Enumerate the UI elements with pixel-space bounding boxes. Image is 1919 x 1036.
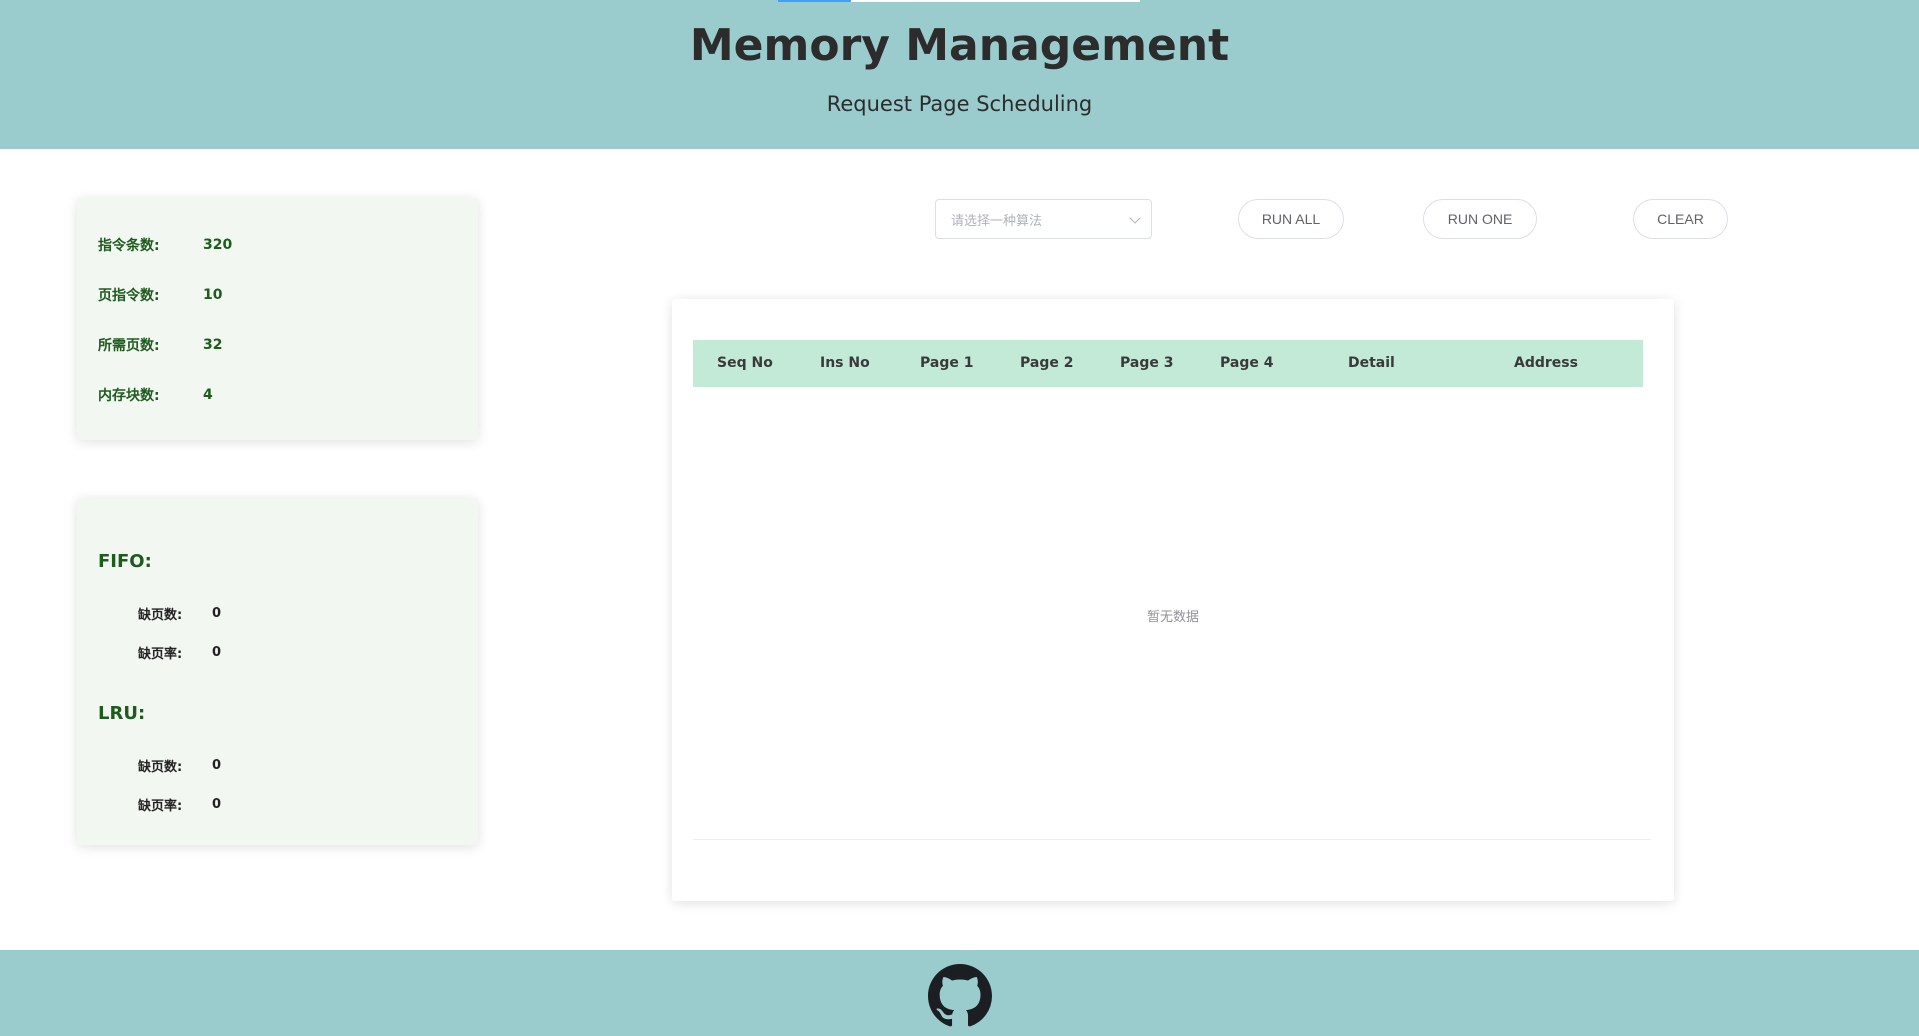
stat-label: 缺页数: xyxy=(138,608,183,623)
clear-button[interactable]: CLEAR xyxy=(1633,199,1728,239)
stat-value: 0 xyxy=(212,797,222,812)
info-row-page-instructions: 页指令数: 10 xyxy=(98,284,222,306)
stat-value: 0 xyxy=(212,606,222,621)
table-bottom-border xyxy=(693,839,1651,840)
lru-title: LRU: xyxy=(98,703,146,724)
lru-rate-row: 缺页率: 0 xyxy=(138,795,221,814)
info-value: 4 xyxy=(203,387,213,403)
algorithm-stats-card: FIFO: 缺页数: 0 缺页率: 0 LRU: 缺页数: 0 缺页率: 0 xyxy=(77,498,478,845)
lru-faults-row: 缺页数: 0 xyxy=(138,756,221,775)
info-row-instructions: 指令条数: 320 xyxy=(98,234,232,256)
fifo-rate-row: 缺页率: 0 xyxy=(138,643,221,662)
fifo-title: FIFO: xyxy=(98,551,152,572)
column-header: Ins No xyxy=(820,355,870,371)
top-progress-bar xyxy=(778,0,1140,2)
column-header: Seq No xyxy=(717,355,773,371)
empty-table-text: 暂无数据 xyxy=(1146,610,1199,625)
table-header: Seq No Ins No Page 1 Page 2 Page 3 Page … xyxy=(693,340,1643,387)
info-label: 内存块数: xyxy=(98,388,160,404)
column-header: Address xyxy=(1514,355,1578,371)
info-label: 页指令数: xyxy=(98,288,160,304)
select-placeholder: 请选择一种算法 xyxy=(951,213,1043,229)
info-value: 320 xyxy=(203,237,233,253)
info-row-memory-blocks: 内存块数: 4 xyxy=(98,384,213,406)
column-header: Page 2 xyxy=(1020,355,1074,371)
run-all-button[interactable]: RUN ALL xyxy=(1238,199,1344,239)
page-header: Memory Management Request Page Schedulin… xyxy=(0,0,1919,149)
info-value: 32 xyxy=(203,337,223,353)
stat-value: 0 xyxy=(212,758,222,773)
column-header: Detail xyxy=(1348,355,1395,371)
fifo-faults-row: 缺页数: 0 xyxy=(138,604,221,623)
info-label: 指令条数: xyxy=(98,238,160,254)
algorithm-select[interactable]: 请选择一种算法 xyxy=(935,199,1152,239)
info-label: 所需页数: xyxy=(98,338,160,354)
page-subtitle: Request Page Scheduling xyxy=(826,92,1093,116)
info-row-pages-needed: 所需页数: 32 xyxy=(98,334,222,356)
info-value: 10 xyxy=(203,287,223,303)
chevron-down-icon xyxy=(1129,212,1141,224)
column-header: Page 4 xyxy=(1220,355,1274,371)
config-info-card: 指令条数: 320 页指令数: 10 所需页数: 32 内存块数: 4 xyxy=(77,198,478,440)
run-one-button[interactable]: RUN ONE xyxy=(1423,199,1537,239)
page-title: Memory Management xyxy=(689,20,1230,71)
stat-label: 缺页率: xyxy=(138,799,183,814)
column-header: Page 3 xyxy=(1120,355,1174,371)
top-progress-active xyxy=(778,0,851,2)
stat-label: 缺页数: xyxy=(138,760,183,775)
results-table-card: Seq No Ins No Page 1 Page 2 Page 3 Page … xyxy=(672,299,1674,901)
stat-label: 缺页率: xyxy=(138,647,183,662)
github-icon[interactable] xyxy=(928,964,992,1028)
column-header: Page 1 xyxy=(920,355,974,371)
stat-value: 0 xyxy=(212,645,222,660)
